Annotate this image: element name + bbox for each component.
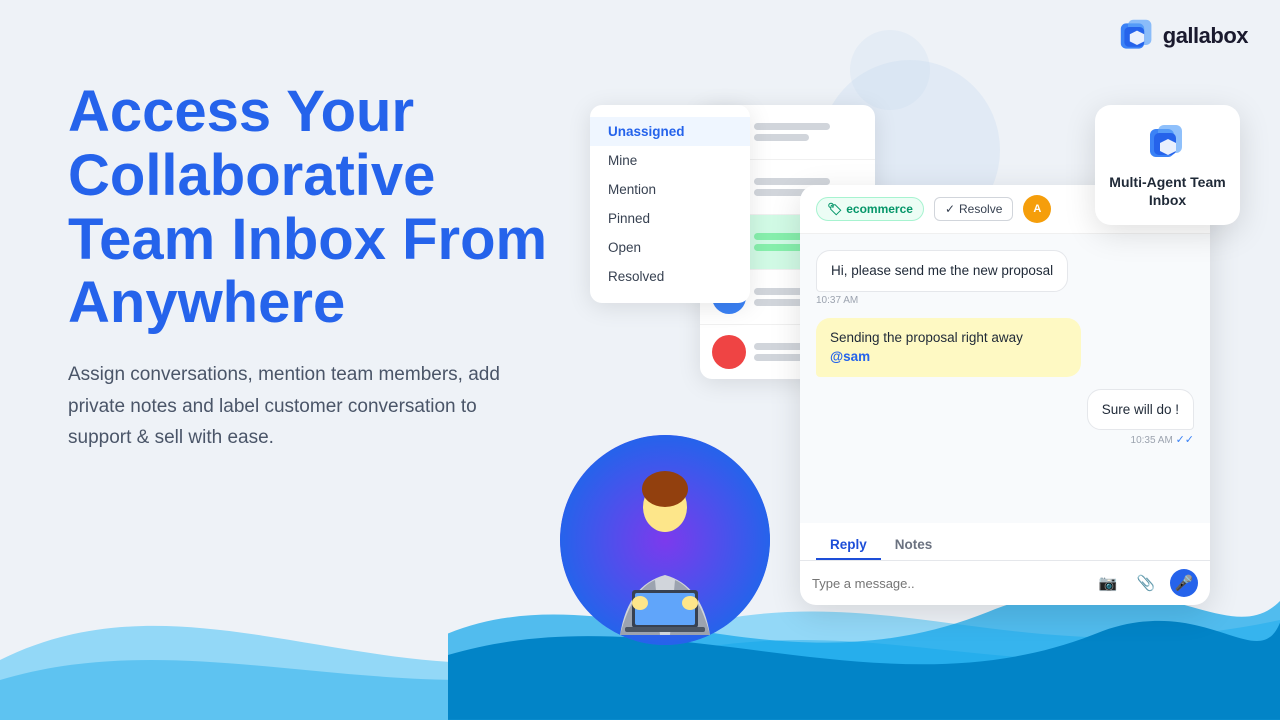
attach-icon[interactable]: 📎 bbox=[1132, 569, 1160, 597]
message-time: 10:35 AM ✓✓ bbox=[1131, 433, 1194, 446]
headline-line3: Team Inbox From bbox=[68, 207, 547, 272]
contact-line bbox=[754, 123, 830, 130]
subtext: Assign conversations, mention team membe… bbox=[68, 359, 528, 453]
message-time: 10:37 AM bbox=[816, 295, 858, 306]
message-group-received: Hi, please send me the new proposal 10:3… bbox=[816, 250, 1194, 306]
message-text: Sure will do ! bbox=[1102, 402, 1179, 417]
checkmark-icon: ✓ bbox=[945, 202, 955, 216]
chat-panel: 🏷 ecommerce ✓ Resolve A Hi, please send … bbox=[800, 185, 1210, 605]
message-input-area: 📷 📎 🎤 bbox=[800, 561, 1210, 605]
read-ticks: ✓✓ bbox=[1176, 434, 1194, 446]
sidebar-item-mention[interactable]: Mention bbox=[590, 175, 750, 204]
message-input[interactable] bbox=[812, 576, 1086, 591]
headline: Access Your Collaborative Team Inbox Fro… bbox=[68, 80, 588, 335]
person-image bbox=[560, 435, 770, 645]
resolve-button[interactable]: ✓ Resolve bbox=[934, 197, 1013, 221]
person-svg bbox=[560, 435, 770, 645]
left-content: Access Your Collaborative Team Inbox Fro… bbox=[68, 80, 588, 453]
contact-line bbox=[754, 178, 830, 185]
ecommerce-tag[interactable]: 🏷 ecommerce bbox=[816, 197, 924, 221]
mention-tag: @sam bbox=[830, 349, 870, 364]
mockup-area: Unassigned Mine Mention Pinned Open Reso… bbox=[560, 85, 1240, 625]
logo-icon bbox=[1119, 18, 1155, 54]
message-text: Hi, please send me the new proposal bbox=[831, 263, 1053, 278]
header: gallabox bbox=[1087, 0, 1280, 72]
multi-agent-title: Multi-Agent Team Inbox bbox=[1109, 173, 1226, 209]
person-circle bbox=[560, 435, 770, 645]
sidebar-item-mine[interactable]: Mine bbox=[590, 146, 750, 175]
contact-lines bbox=[754, 123, 863, 141]
agent-avatar: A bbox=[1023, 195, 1051, 223]
multi-agent-card: Multi-Agent Team Inbox bbox=[1095, 105, 1240, 225]
message-group-sent: Sure will do ! 10:35 AM ✓✓ bbox=[816, 389, 1194, 447]
tag-icon: 🏷 bbox=[827, 202, 842, 216]
message-group-mention: Sending the proposal right away @sam bbox=[816, 318, 1194, 377]
message-bubble-received: Hi, please send me the new proposal bbox=[816, 250, 1068, 292]
sidebar-panel: Unassigned Mine Mention Pinned Open Reso… bbox=[590, 105, 750, 303]
message-bubble-mention: Sending the proposal right away @sam bbox=[816, 318, 1081, 377]
reply-tab[interactable]: Reply bbox=[816, 531, 881, 560]
sidebar-item-unassigned[interactable]: Unassigned bbox=[590, 117, 750, 146]
reply-notes-bar: Reply Notes bbox=[800, 523, 1210, 561]
contact-line bbox=[754, 134, 809, 141]
sidebar-item-pinned[interactable]: Pinned bbox=[590, 204, 750, 233]
notes-tab[interactable]: Notes bbox=[881, 531, 947, 560]
camera-icon[interactable]: 📷 bbox=[1094, 569, 1122, 597]
headline-line2: Collaborative bbox=[68, 143, 435, 208]
logo-text: gallabox bbox=[1163, 23, 1248, 49]
headline-line4: Anywhere bbox=[68, 270, 345, 335]
multi-agent-icon bbox=[1146, 121, 1190, 165]
avatar bbox=[712, 335, 746, 369]
message-text-before: Sending the proposal right away bbox=[830, 330, 1023, 345]
sidebar-item-resolved[interactable]: Resolved bbox=[590, 262, 750, 291]
mic-icon[interactable]: 🎤 bbox=[1170, 569, 1198, 597]
input-icons: 📷 📎 🎤 bbox=[1094, 569, 1198, 597]
sidebar-item-open[interactable]: Open bbox=[590, 233, 750, 262]
resolve-label: Resolve bbox=[959, 202, 1002, 216]
headline-line1: Access Your bbox=[68, 79, 414, 144]
message-bubble-sent: Sure will do ! bbox=[1087, 389, 1194, 431]
chat-messages: Hi, please send me the new proposal 10:3… bbox=[800, 234, 1210, 523]
tag-label: ecommerce bbox=[846, 202, 913, 216]
